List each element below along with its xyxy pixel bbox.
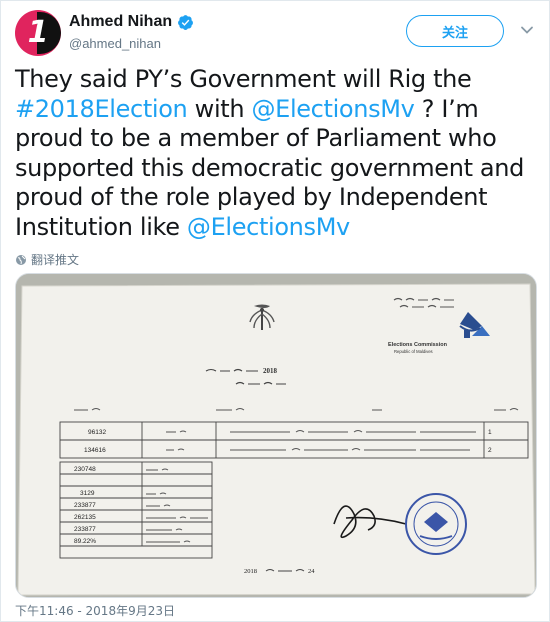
- total-value: 89.22%: [74, 538, 96, 545]
- handle[interactable]: @ahmed_nihan: [69, 36, 161, 51]
- tweet-photo[interactable]: Elections Commission Republic of Maldive…: [15, 273, 537, 598]
- election-document-image: Elections Commission Republic of Maldive…: [16, 274, 536, 597]
- total-value: 233877: [74, 526, 96, 533]
- avatar[interactable]: 1: [15, 10, 61, 56]
- document-year: 2018: [263, 367, 278, 375]
- hashtag-link[interactable]: #2018Election: [15, 95, 188, 123]
- follow-button[interactable]: 关注: [406, 15, 504, 47]
- display-name[interactable]: Ahmed Nihan: [69, 13, 172, 31]
- verified-badge-icon: [178, 14, 194, 30]
- row-number: 1: [488, 429, 492, 436]
- total-value: 233877: [74, 502, 96, 509]
- translate-tweet-link[interactable]: 翻译推文: [15, 251, 79, 268]
- chevron-down-icon[interactable]: [520, 23, 534, 37]
- mention-link[interactable]: @ElectionsMv: [251, 95, 414, 123]
- tweet-timestamp[interactable]: 下午11:46 - 2018年9月23日: [15, 602, 175, 619]
- tweet-text-part: with: [187, 94, 252, 123]
- document-date-day: 24: [308, 568, 315, 575]
- row-number: 2: [488, 447, 492, 454]
- org-subtitle: Republic of Maldives: [394, 349, 433, 354]
- org-name: Elections Commission: [388, 342, 448, 348]
- total-value: 3129: [80, 490, 95, 497]
- result-value: 96132: [88, 429, 106, 436]
- tweet-text: They said PY’s Government will Rig the #…: [15, 65, 535, 242]
- mention-link[interactable]: @ElectionsMv: [187, 213, 350, 241]
- globe-icon: [16, 254, 26, 265]
- total-value: 262135: [74, 514, 96, 521]
- document-date-year: 2018: [244, 568, 257, 575]
- tweet-text-part: They said PY’s Government will Rig the: [15, 65, 472, 93]
- translate-label: 翻译推文: [31, 253, 80, 267]
- total-value: 230748: [74, 466, 96, 473]
- result-value: 134616: [84, 447, 106, 454]
- avatar-number: 1: [27, 15, 49, 50]
- author-name-row[interactable]: Ahmed Nihan: [69, 13, 194, 31]
- tweet-card: 1 Ahmed Nihan @ahmed_nihan 关注 They said …: [0, 0, 550, 622]
